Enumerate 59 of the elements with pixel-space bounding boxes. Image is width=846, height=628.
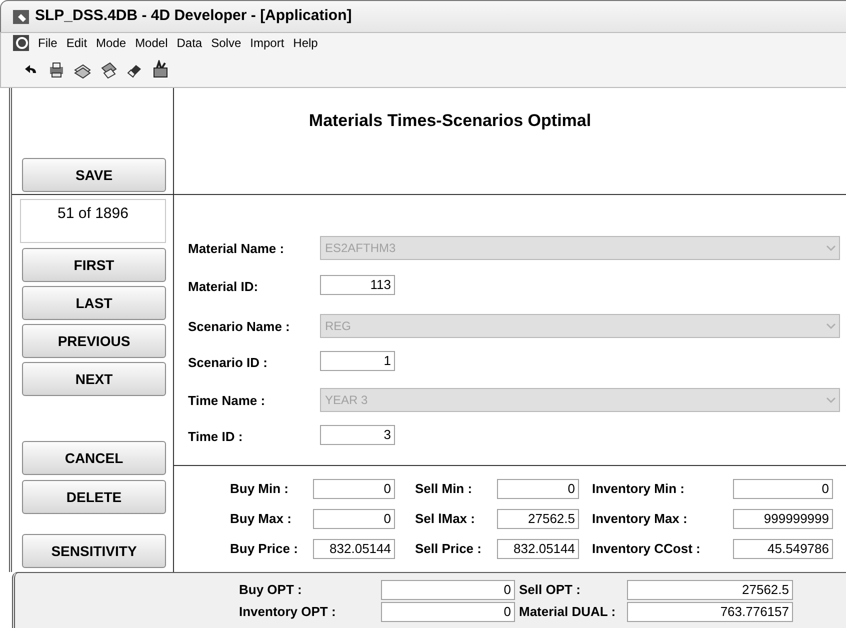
app-logo-icon[interactable] (13, 34, 29, 50)
menu-item[interactable]: Solve (211, 34, 242, 52)
sidebar-button[interactable]: NEXT (22, 362, 166, 396)
sidebar-button[interactable]: CANCEL (22, 441, 166, 475)
field-label: Inventory OPT : (238, 602, 337, 621)
number-field[interactable]: 0 (381, 580, 515, 600)
number-field[interactable]: 3 (320, 425, 395, 445)
field-label: Material Name : (188, 240, 286, 258)
number-field[interactable]: 999999999 (733, 509, 833, 529)
menu-item[interactable]: Import (250, 34, 284, 52)
field-label: Buy Min : (230, 480, 290, 498)
field-label: Inventory Min : (592, 480, 686, 498)
field-label: Time ID : (188, 428, 244, 446)
menu-item[interactable]: Data (176, 34, 202, 52)
field-label: Inventory Max : (592, 510, 688, 528)
number-field[interactable]: 45.549786 (733, 539, 833, 559)
field-label: Scenario ID : (188, 354, 268, 372)
field-label: Sell Min : (415, 480, 474, 498)
field-label: Material DUAL : (518, 602, 617, 621)
menu-item[interactable]: Help (293, 34, 318, 52)
sidebar-button[interactable]: SAVE (22, 158, 166, 192)
menu-item[interactable]: Model (135, 34, 168, 52)
window-title: SLP_DSS.4DB - 4D Developer - [Application] (35, 6, 352, 26)
field-label: Inventory CCost : (592, 540, 702, 558)
record-counter: 51 of 1896 (20, 199, 166, 243)
number-field[interactable]: 0 (497, 479, 579, 499)
number-field[interactable]: 113 (320, 275, 395, 295)
app-icon (13, 10, 29, 24)
number-field[interactable]: 832.05144 (497, 539, 579, 559)
field-label: Material ID: (188, 278, 260, 296)
field-label: Sell Price : (415, 540, 482, 558)
field-label: Scenario Name : (188, 318, 291, 336)
menu-item[interactable]: Mode (96, 34, 126, 52)
menu-item[interactable]: File (38, 34, 58, 52)
number-field[interactable]: 832.05144 (313, 539, 395, 559)
number-field[interactable]: 27562.5 (497, 509, 579, 529)
chevron-down-icon (825, 322, 837, 330)
field-label: Time Name : (188, 392, 266, 410)
form-title: Materials Times-Scenarios Optimal (308, 110, 592, 132)
number-field[interactable]: 0 (313, 479, 395, 499)
sidebar-button[interactable]: SENSITIVITY (22, 534, 166, 568)
menu-item[interactable]: Edit (66, 34, 88, 52)
field-label: Sell OPT : (518, 580, 582, 599)
number-field[interactable]: 0 (381, 602, 515, 622)
sidebar-button[interactable]: PREVIOUS (22, 324, 166, 358)
sidebar-button[interactable]: FIRST (22, 248, 166, 282)
number-field[interactable]: 0 (313, 509, 395, 529)
sidebar-button[interactable]: DELETE (22, 480, 166, 514)
chevron-down-icon (825, 396, 837, 404)
chevron-down-icon (825, 244, 837, 252)
number-field[interactable]: 763.776157 (627, 602, 793, 622)
field-label: Buy Max : (230, 510, 292, 528)
field-label: Buy OPT : (238, 580, 303, 599)
number-field[interactable]: 1 (320, 351, 395, 371)
field-label: Sel lMax : (415, 510, 476, 528)
field-label: Buy Price : (230, 540, 299, 558)
number-field[interactable]: 0 (733, 479, 833, 499)
number-field[interactable]: 27562.5 (627, 580, 793, 600)
sidebar-button[interactable]: LAST (22, 286, 166, 320)
